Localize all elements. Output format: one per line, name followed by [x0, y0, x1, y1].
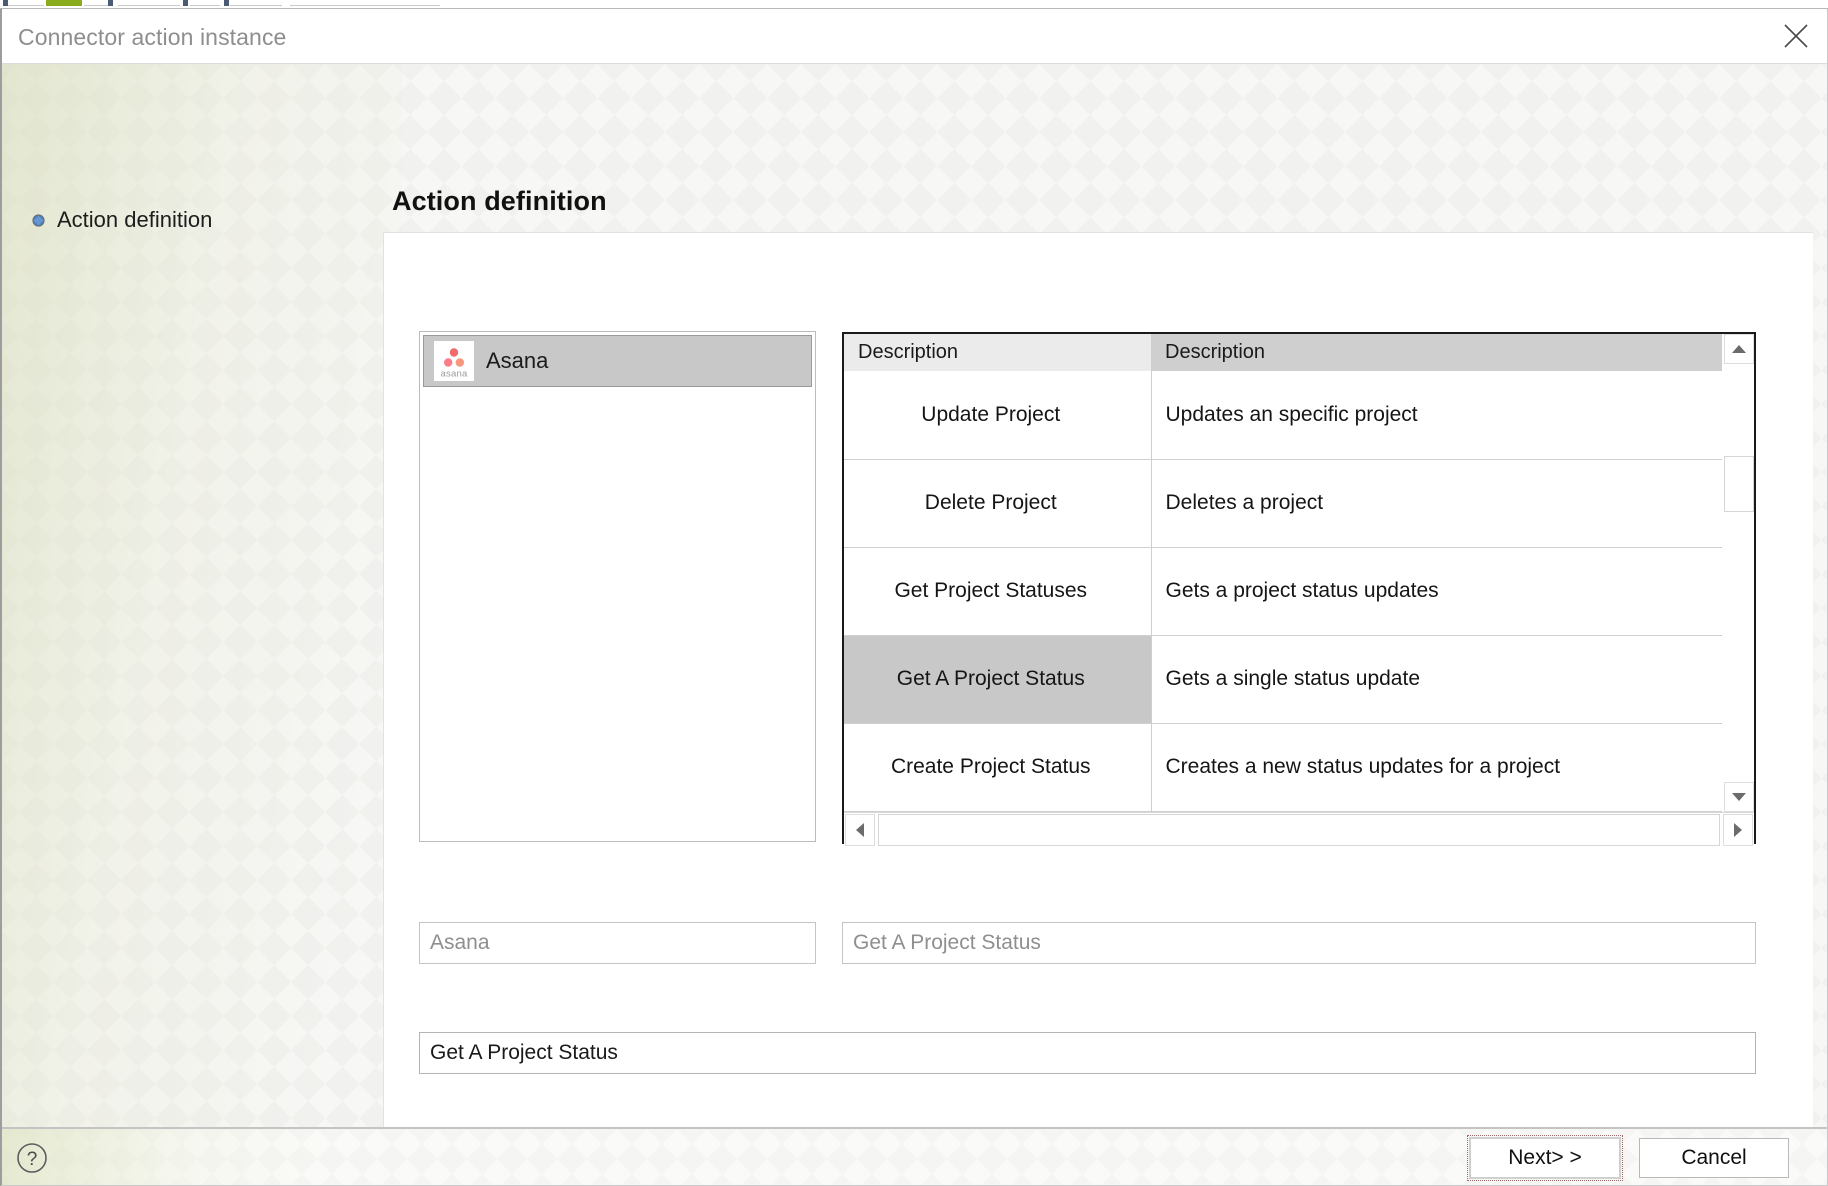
column-header-description[interactable]: Description	[1151, 334, 1722, 371]
tab-tick	[183, 0, 188, 6]
tab-tick	[224, 0, 229, 6]
table-header-row: Description Description	[844, 334, 1722, 371]
cell-action-description: Gets a project status updates	[1151, 547, 1722, 636]
tab-divider	[230, 5, 282, 6]
actions-horizontal-scrollbar[interactable]	[844, 811, 1754, 848]
selected-connector-field[interactable]: Asana	[419, 922, 816, 964]
cell-action-name: Delete Project	[844, 459, 1152, 548]
tab-divider	[8, 5, 44, 6]
sidebar-item-action-definition[interactable]: Action definition	[32, 207, 212, 233]
tab-divider	[84, 5, 108, 6]
svg-text:?: ?	[26, 1149, 37, 1170]
svg-text:asana: asana	[441, 369, 468, 380]
scroll-right-arrow-icon[interactable]	[1723, 814, 1753, 846]
active-tab-indicator	[46, 0, 82, 6]
available-connectors-list[interactable]: asana Asana	[419, 331, 816, 842]
scroll-down-arrow-icon[interactable]	[1724, 781, 1754, 812]
background-tab-strip	[0, 0, 1828, 9]
help-question-icon[interactable]: ?	[13, 1139, 50, 1176]
scrollbar-thumb[interactable]	[1724, 456, 1754, 512]
actions-table-area: Description Description Update Project U…	[844, 334, 1754, 812]
actions-table-viewport: Description Description Update Project U…	[844, 334, 1722, 812]
tab-tick	[108, 0, 113, 6]
close-icon[interactable]	[1765, 9, 1827, 63]
list-item[interactable]: asana Asana	[423, 335, 812, 387]
asana-logo-icon: asana	[434, 341, 474, 381]
tab-divider	[118, 5, 180, 6]
diamond-bullet-icon	[32, 213, 45, 227]
available-actions-table-container: Description Description Update Project U…	[842, 332, 1756, 848]
dialog-titlebar: Connector action instance	[2, 9, 1827, 64]
cell-action-description: Updates an specific project	[1151, 371, 1722, 460]
scrollbar-track-horizontal[interactable]	[878, 814, 1720, 846]
cell-action-name: Update Project	[844, 371, 1152, 460]
connector-action-dialog: Connector action instance Action definit…	[0, 9, 1828, 1186]
actions-table: Description Description Update Project U…	[844, 334, 1722, 812]
cancel-button[interactable]: Cancel	[1639, 1138, 1789, 1178]
tab-divider	[290, 5, 440, 6]
column-header-name[interactable]: Description	[844, 334, 1151, 371]
tab-divider	[190, 5, 220, 6]
page-title: Action definition	[392, 186, 607, 216]
sidebar-item-label: Action definition	[57, 207, 213, 232]
wizard-steps-sidebar: Action definition	[2, 64, 390, 1127]
dialog-body: Action definition Action definition Avai…	[2, 64, 1827, 1127]
scroll-up-arrow-icon[interactable]	[1724, 334, 1754, 364]
cell-action-name: Get Project Statuses	[844, 547, 1152, 636]
table-row[interactable]: Update Project Updates an specific proje…	[844, 371, 1722, 460]
dialog-footer: ? Next> > Cancel	[2, 1127, 1827, 1185]
cell-action-name: Get A Project Status	[844, 635, 1152, 724]
next-button[interactable]: Next> >	[1467, 1135, 1623, 1181]
cell-action-description: Creates a new status updates for a proje…	[1151, 723, 1722, 812]
dialog-title: Connector action instance	[18, 24, 287, 50]
actions-vertical-scrollbar[interactable]	[1722, 334, 1754, 812]
cell-action-description: Deletes a project	[1151, 459, 1722, 548]
configuration-display-name-input[interactable]: Get A Project Status	[419, 1032, 1756, 1074]
table-row[interactable]: Get Project Statuses Gets a project stat…	[844, 547, 1722, 636]
table-row[interactable]: Delete Project Deletes a project	[844, 459, 1722, 548]
table-row-selected[interactable]: Get A Project Status Gets a single statu…	[844, 635, 1722, 724]
selected-action-field[interactable]: Get A Project Status	[842, 922, 1756, 964]
cell-action-name: Create Project Status	[844, 723, 1152, 812]
table-row[interactable]: Create Project Status Creates a new stat…	[844, 723, 1722, 812]
cell-action-description: Gets a single status update	[1151, 635, 1722, 724]
connector-name: Asana	[486, 348, 549, 373]
scroll-left-arrow-icon[interactable]	[845, 814, 875, 846]
